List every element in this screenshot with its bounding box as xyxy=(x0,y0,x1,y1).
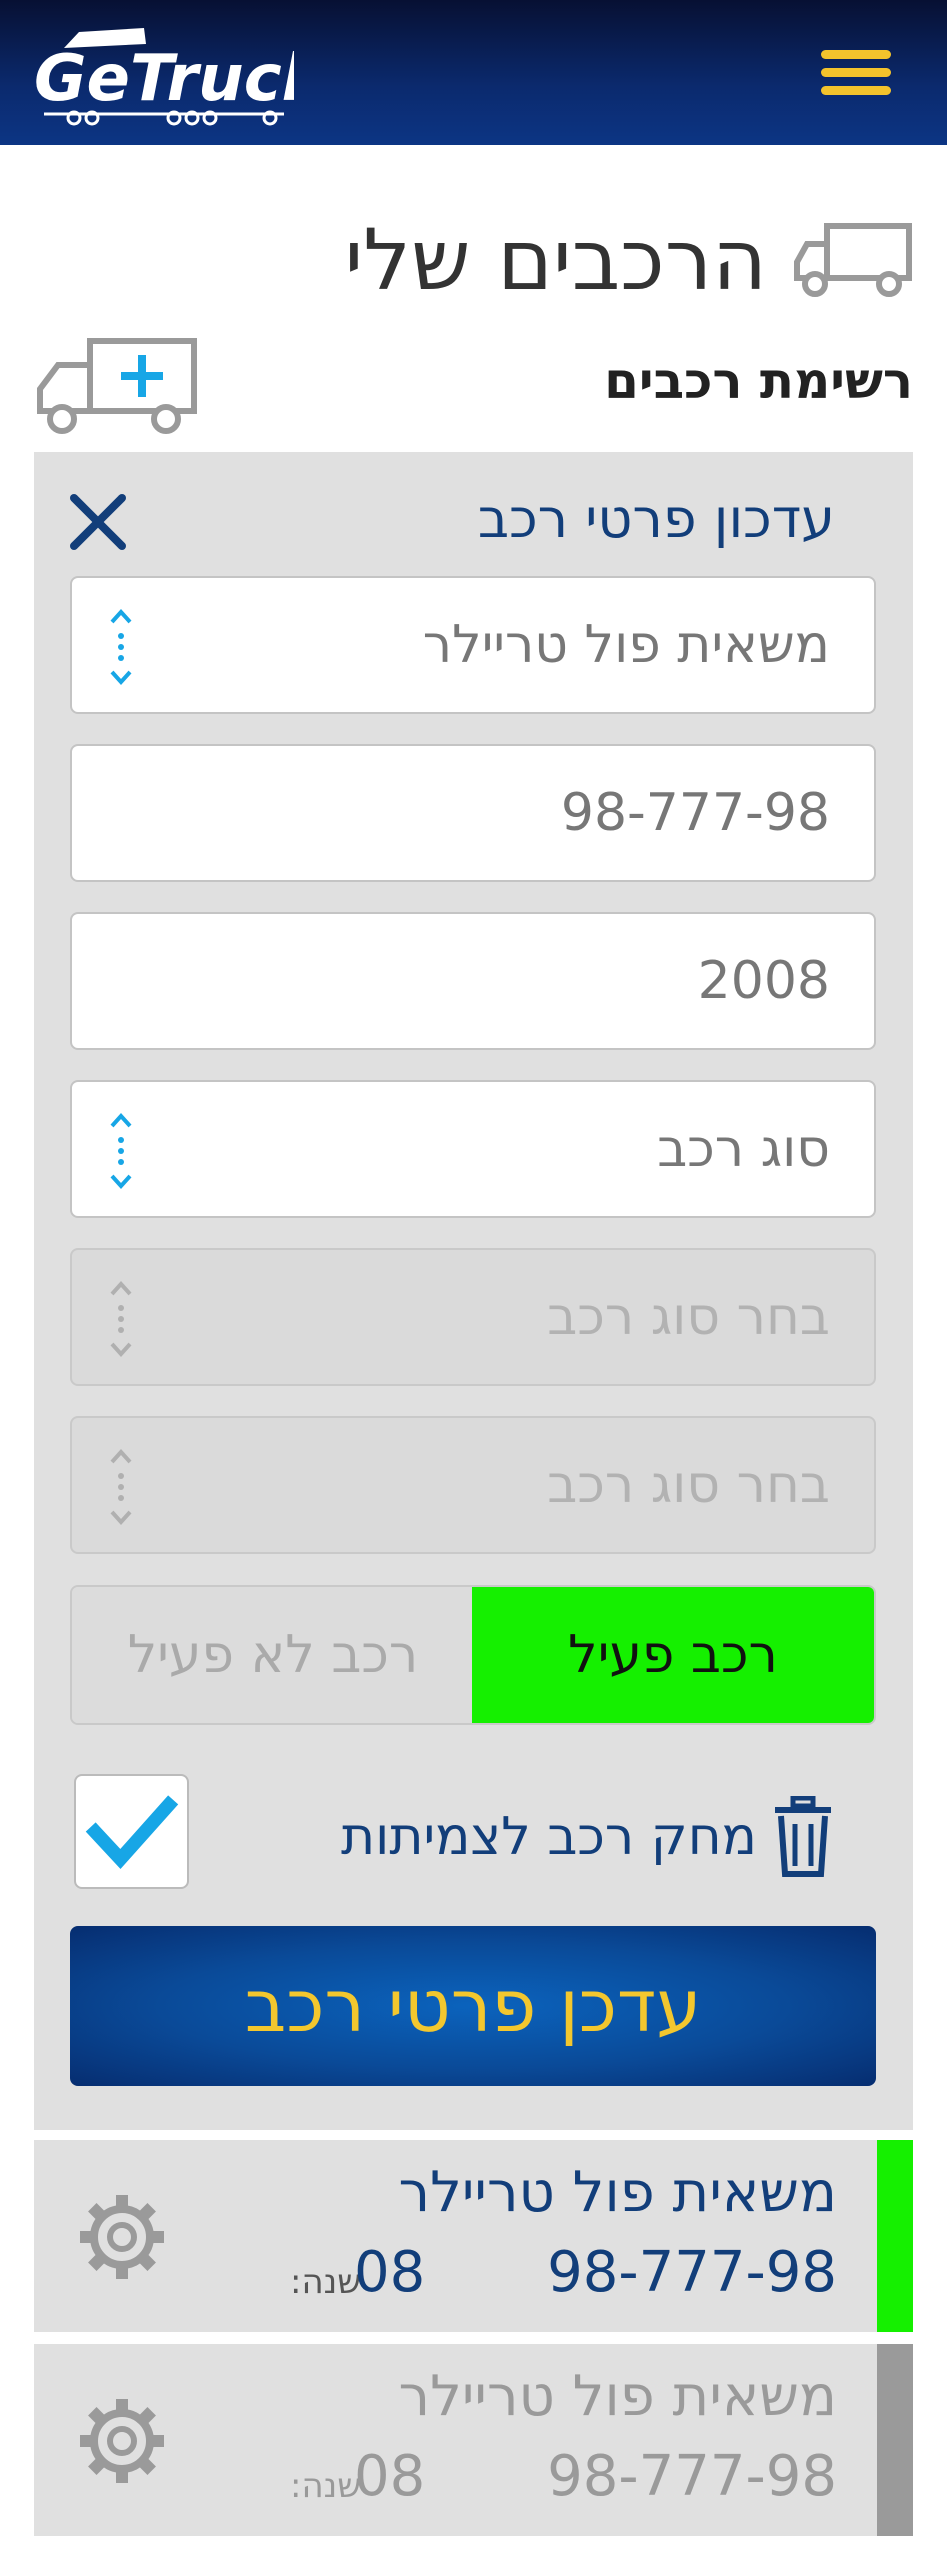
vehicle-plate: 98-777-98 xyxy=(547,2444,837,2509)
license-plate-value: 98-777-98 xyxy=(560,783,830,843)
vehicle-year: 08 xyxy=(354,2240,426,2305)
edit-panel-title: עדכון פרטי רכב xyxy=(477,487,835,550)
update-vehicle-button[interactable]: עדכן פרטי רכב xyxy=(70,1926,876,2086)
delete-vehicle-label: מחק רכב לצמיתות xyxy=(340,1807,757,1867)
year-value: 2008 xyxy=(697,951,830,1011)
delete-vehicle-row: מחק רכב לצמיתות xyxy=(341,1782,835,1892)
vehicle-list-item[interactable]: משאית פול טריילר 98-777-98 שנה: 08 xyxy=(34,2344,913,2536)
vehicle-year: 08 xyxy=(354,2444,426,2509)
select-arrows-icon xyxy=(110,1281,132,1357)
vehicle-year-label: שנה: xyxy=(290,2466,362,2506)
gear-icon[interactable] xyxy=(80,2399,164,2483)
vehicle-name: משאית פול טריילר xyxy=(398,2160,837,2225)
vehicle-subtype-select-2[interactable]: בחר סוג רכב xyxy=(70,1416,876,1554)
license-plate-input[interactable]: 98-777-98 xyxy=(70,744,876,882)
vehicle-status-toggle: רכב לא פעיל רכב פעיל xyxy=(70,1585,876,1725)
vehicle-type-value: סוג רכב xyxy=(657,1119,830,1179)
edit-vehicle-panel: עדכון פרטי רכב משאית פול טריילר 98-777-9… xyxy=(34,452,913,2130)
gear-icon[interactable] xyxy=(80,2195,164,2279)
vehicle-name: משאית פול טריילר xyxy=(398,2364,837,2429)
app-header: GeTruck xyxy=(0,0,947,145)
inactive-status-bar xyxy=(877,2344,913,2536)
vehicle-subtype-value: בחר סוג רכב xyxy=(547,1287,830,1347)
vehicle-list-item[interactable]: משאית פול טריילר 98-777-98 שנה: 08 xyxy=(34,2140,913,2332)
getruck-logo[interactable]: GeTruck xyxy=(34,18,294,130)
truck-icon xyxy=(794,223,912,297)
vehicle-year-label: שנה: xyxy=(290,2262,362,2302)
vehicle-model-value: משאית פול טריילר xyxy=(422,615,830,675)
hamburger-menu-icon[interactable] xyxy=(821,50,891,96)
checkmark-icon xyxy=(85,1795,179,1870)
active-vehicle-option[interactable]: רכב פעיל xyxy=(472,1587,874,1723)
page-title: הרכבים שלי xyxy=(344,211,767,309)
vehicle-subtype-select[interactable]: בחר סוג רכב xyxy=(70,1248,876,1386)
vehicle-subtype-2-value: בחר סוג רכב xyxy=(547,1455,830,1515)
trash-icon xyxy=(775,1796,831,1877)
select-arrows-icon xyxy=(110,1113,132,1189)
add-vehicle-icon[interactable] xyxy=(34,335,199,435)
vehicle-model-select[interactable]: משאית פול טריילר xyxy=(70,576,876,714)
select-arrows-icon xyxy=(110,609,132,685)
year-input[interactable]: 2008 xyxy=(70,912,876,1050)
select-arrows-icon xyxy=(110,1449,132,1525)
close-icon[interactable] xyxy=(68,492,128,552)
active-status-bar xyxy=(877,2140,913,2332)
vehicle-type-select[interactable]: סוג רכב xyxy=(70,1080,876,1218)
page-title-row: הרכבים שלי xyxy=(344,205,913,315)
vehicle-list-heading: רשימת רכבים xyxy=(604,352,913,410)
logo-text: GeTruck xyxy=(34,42,294,116)
vehicle-plate: 98-777-98 xyxy=(547,2240,837,2305)
delete-vehicle-checkbox[interactable] xyxy=(74,1774,189,1889)
inactive-vehicle-option[interactable]: רכב לא פעיל xyxy=(72,1587,474,1723)
